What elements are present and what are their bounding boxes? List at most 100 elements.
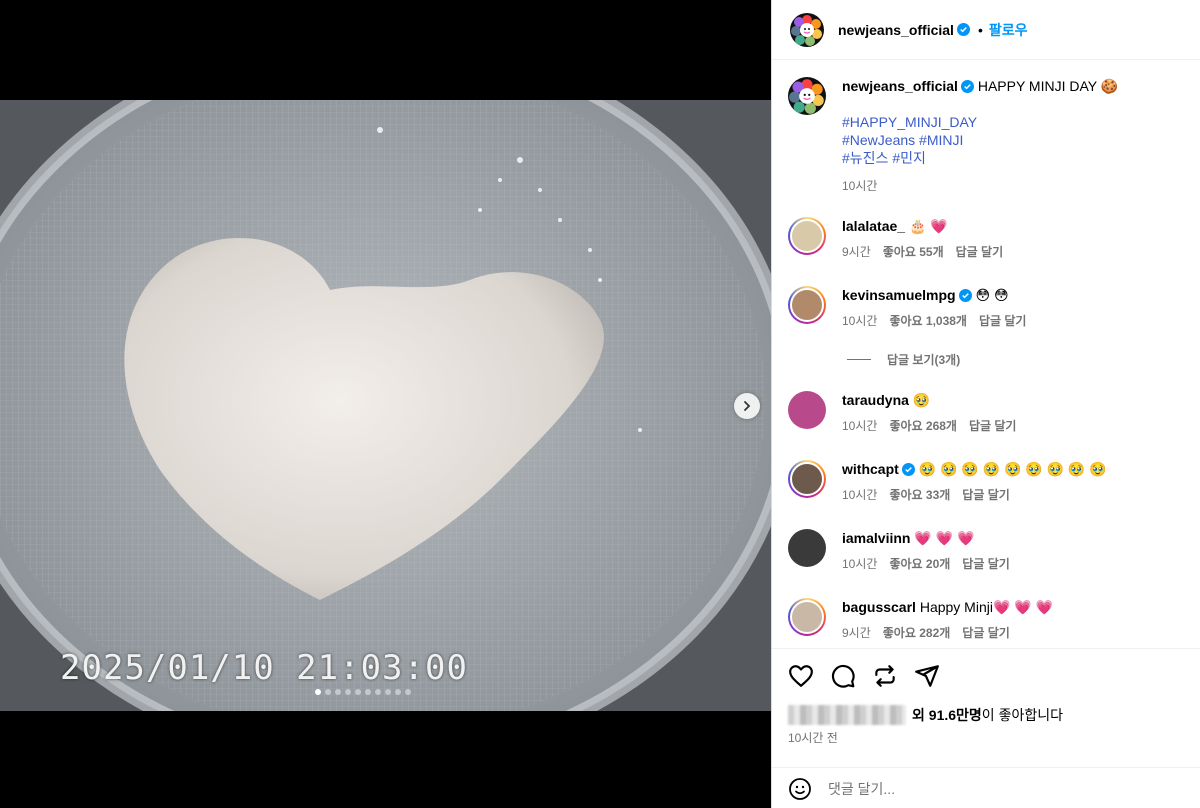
- comment-likes[interactable]: 좋아요 268개: [889, 417, 957, 435]
- comment-avatar[interactable]: [788, 286, 826, 324]
- reply-button[interactable]: 답글 달기: [969, 417, 1017, 435]
- replies-line: [847, 359, 871, 360]
- photo-timestamp: 2025/01/10 21:03:00: [60, 648, 468, 688]
- verified-icon: [960, 80, 974, 93]
- hashtag-line[interactable]: #HAPPY_MINJI_DAY: [842, 113, 1118, 131]
- comment-text: Happy Minji: [919, 599, 993, 615]
- comment-likes[interactable]: 좋아요 33개: [889, 486, 950, 504]
- comment-item: lalalatae_ 🎂 💗 9시간 좋아요 55개 답글 달기: [788, 217, 1184, 261]
- avatar-photo: [790, 288, 824, 322]
- carousel-dot[interactable]: [405, 689, 411, 695]
- cookie-emoji: 🍪: [1100, 78, 1119, 94]
- share-button[interactable]: [914, 663, 940, 689]
- avatar-photo: [790, 600, 824, 634]
- comment-username[interactable]: lalalatae_: [842, 218, 905, 234]
- likes-count[interactable]: 91.6만명: [929, 705, 982, 725]
- caption: newjeans_official HAPPY MINJI DAY 🍪 #HAP…: [788, 77, 1184, 195]
- likes-summary: 외 91.6만명 이 좋아합니다: [788, 705, 1063, 725]
- blurred-usernames: [788, 705, 906, 725]
- caption-time: 10시간: [842, 179, 878, 193]
- carousel-dot[interactable]: [365, 689, 371, 695]
- carousel-dot[interactable]: [385, 689, 391, 695]
- comment-avatar[interactable]: [788, 598, 826, 636]
- carousel-dot[interactable]: [345, 689, 351, 695]
- post-header: newjeans_official • 팔로우: [772, 0, 1200, 60]
- sieve-flour-image: [0, 100, 771, 711]
- comment-time: 9시간: [842, 245, 871, 259]
- reply-button[interactable]: 답글 달기: [962, 486, 1010, 504]
- next-photo-button[interactable]: [734, 393, 760, 419]
- comment-input[interactable]: 댓글 달기...: [828, 779, 895, 799]
- newjeans-logo-icon: [788, 77, 826, 115]
- verified-icon: [956, 23, 970, 36]
- comment-item: bagusscarl Happy Minji💗 💗 💗 9시간 좋아요 282개 답…: [788, 598, 1184, 642]
- avatar-photo: [790, 462, 824, 496]
- comment-time: 10시간: [842, 419, 878, 433]
- comment-likes[interactable]: 좋아요 55개: [883, 243, 944, 261]
- comment-avatar[interactable]: [788, 460, 826, 498]
- carousel-dot[interactable]: [335, 689, 341, 695]
- action-icons: [788, 663, 940, 689]
- chevron-right-icon: [744, 401, 751, 411]
- heart-icon: [789, 665, 813, 687]
- comment-item: withcapt 🥹 🥹 🥹 🥹 🥹 🥹 🥹 🥹 🥹 10시간 좋아요 33개 답글…: [788, 460, 1184, 504]
- newjeans-logo-icon: [790, 12, 824, 47]
- verified-icon: [901, 463, 915, 476]
- hashtag-line[interactable]: #NewJeans #MINJI: [842, 131, 1118, 149]
- hashtag-line[interactable]: #뉴진스 #민지: [842, 149, 1118, 167]
- comment-emoji: 🥹 🥹 🥹 🥹 🥹 🥹 🥹 🥹 🥹: [918, 461, 1107, 477]
- comment-button[interactable]: [830, 663, 856, 689]
- share-icon: [915, 665, 939, 687]
- comments-list: newjeans_official HAPPY MINJI DAY 🍪 #HAP…: [772, 61, 1200, 646]
- comment-likes[interactable]: 좋아요 282개: [883, 624, 951, 642]
- emoji-icon[interactable]: [788, 777, 812, 801]
- comment-username[interactable]: kevinsamuelmpg: [842, 287, 956, 303]
- comment-username[interactable]: bagusscarl: [842, 599, 916, 615]
- comment-username[interactable]: iamalviinn: [842, 530, 910, 546]
- profile-avatar[interactable]: [790, 12, 824, 47]
- comment-icon: [831, 664, 855, 688]
- comment-avatar[interactable]: [788, 217, 826, 255]
- comment-likes[interactable]: 좋아요 1,038개: [889, 312, 967, 330]
- caption-avatar[interactable]: [788, 77, 826, 115]
- comment-emoji: 💗 💗 💗: [914, 530, 975, 546]
- comment-item: iamalviinn 💗 💗 💗 10시간 좋아요 20개 답글 달기: [788, 529, 1184, 573]
- reply-button[interactable]: 답글 달기: [962, 555, 1010, 573]
- carousel-dot[interactable]: [315, 689, 321, 695]
- comment-avatar[interactable]: [788, 529, 826, 567]
- comment-time: 9시간: [842, 626, 871, 640]
- carousel-dot[interactable]: [375, 689, 381, 695]
- comment-username[interactable]: taraudyna: [842, 392, 909, 408]
- reply-button[interactable]: 답글 달기: [962, 624, 1010, 642]
- comment-emoji: 💗 💗 💗: [992, 599, 1054, 615]
- follow-button[interactable]: 팔로우: [989, 20, 1028, 40]
- comment-avatar[interactable]: [788, 391, 826, 429]
- carousel-dot[interactable]: [355, 689, 361, 695]
- view-replies-label: 답글 보기(3개): [887, 353, 961, 367]
- media-viewer: 2025/01/10 21:03:00: [0, 0, 771, 808]
- caption-username[interactable]: newjeans_official: [842, 78, 958, 94]
- comment-username[interactable]: withcapt: [842, 461, 899, 477]
- reply-button[interactable]: 답글 달기: [979, 312, 1027, 330]
- like-button[interactable]: [788, 663, 814, 689]
- header-separator: •: [977, 21, 983, 38]
- comment-emoji: 🥹: [912, 392, 931, 408]
- carousel-dots: [315, 689, 411, 695]
- likes-prefix: 외: [912, 707, 925, 723]
- add-comment-bar[interactable]: 댓글 달기...: [772, 767, 1200, 808]
- header-username[interactable]: newjeans_official: [838, 22, 954, 38]
- comment-time: 10시간: [842, 557, 878, 571]
- post-photo: [0, 100, 771, 711]
- post-side-panel: newjeans_official • 팔로우 newjeans_officia…: [771, 0, 1200, 808]
- posted-ago: 10시간 전: [788, 731, 838, 745]
- avatar-photo: [790, 219, 824, 253]
- verified-icon: [958, 289, 972, 302]
- comment-likes[interactable]: 좋아요 20개: [889, 555, 950, 573]
- carousel-dot[interactable]: [395, 689, 401, 695]
- view-replies-button[interactable]: 답글 보기(3개): [847, 351, 960, 368]
- repost-button[interactable]: [872, 663, 898, 689]
- post-actions: 외 91.6만명 이 좋아합니다 10시간 전 댓글 달기...: [772, 648, 1200, 800]
- carousel-dot[interactable]: [325, 689, 331, 695]
- caption-text: HAPPY MINJI DAY: [977, 78, 1097, 94]
- reply-button[interactable]: 답글 달기: [956, 243, 1004, 261]
